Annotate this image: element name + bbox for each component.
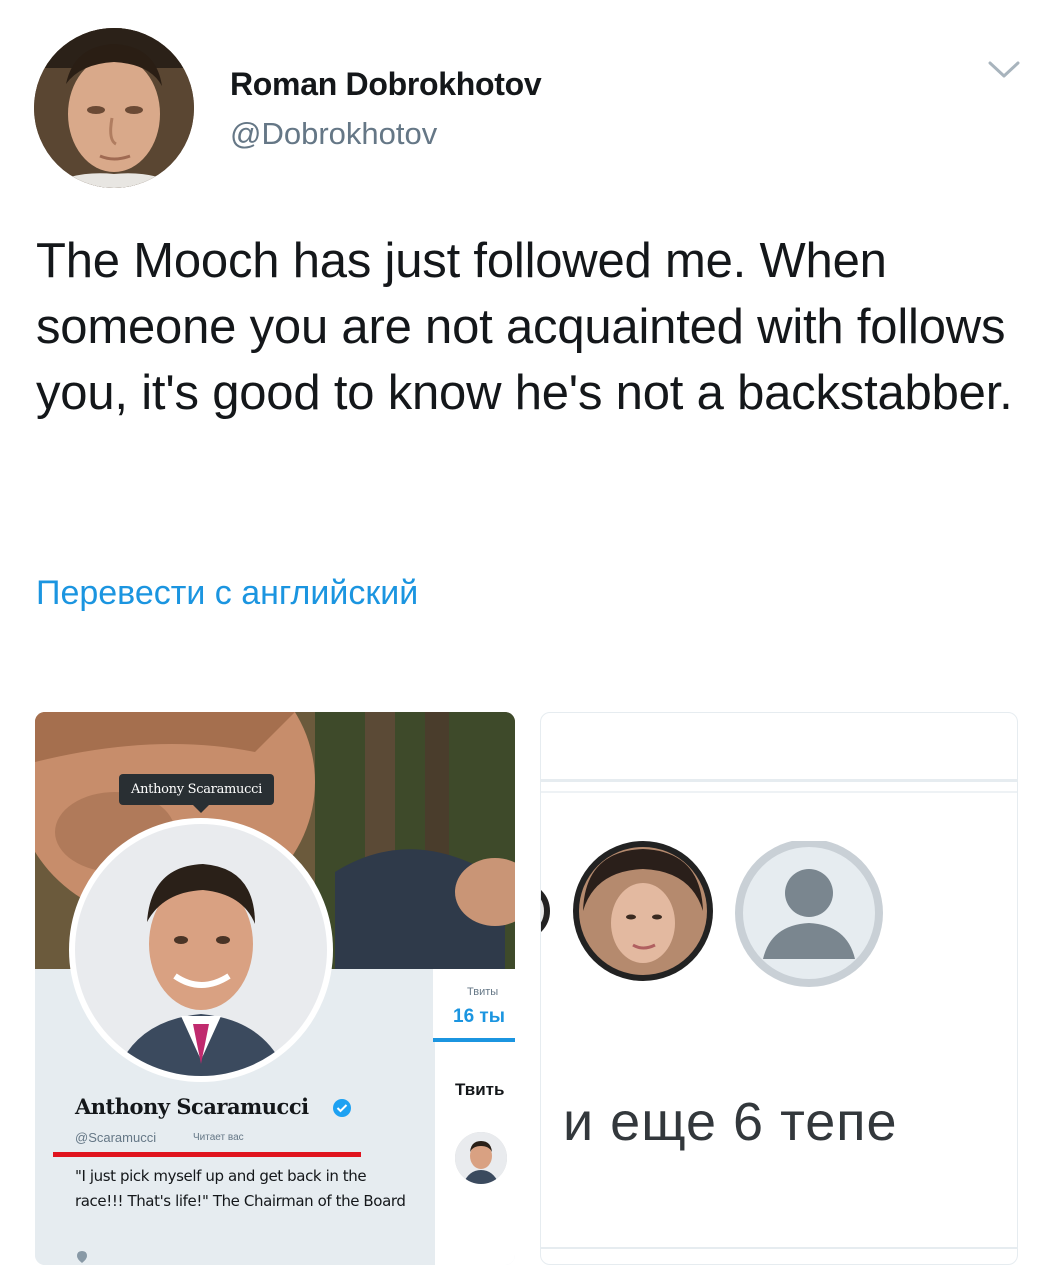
followers-text: и еще 6 тепе <box>563 1092 898 1152</box>
stat-underline <box>433 1038 515 1042</box>
mini-avatar <box>455 1132 507 1184</box>
media-image-left[interactable]: Anthony Scaramucci Anthony Scaramucci @S… <box>35 712 515 1265</box>
name-tooltip: Anthony Scaramucci <box>119 774 274 813</box>
author-name[interactable]: Roman Dobrokhotov <box>230 66 542 103</box>
divider <box>541 791 1017 793</box>
tweets-stat-label: Твиты <box>467 986 499 998</box>
chevron-down-icon[interactable] <box>984 54 1024 84</box>
red-underline <box>53 1152 361 1157</box>
tweet: Roman Dobrokhotov @Dobrokhotov The Mooch… <box>0 0 1055 1280</box>
author-avatar[interactable] <box>34 28 194 188</box>
author-handle[interactable]: @Dobrokhotov <box>230 116 437 152</box>
translate-link[interactable]: Перевести с английский <box>36 574 418 613</box>
tweets-stat-value: 16 ты <box>453 1006 505 1027</box>
divider <box>541 779 1017 782</box>
follows-you-label: Читает вас <box>193 1132 244 1143</box>
tweet-text: The Mooch has just followed me. When som… <box>36 234 1013 420</box>
profile-bio: "I just pick myself up and get back in t… <box>75 1167 406 1210</box>
media-image-right[interactable]: и еще 6 тепе <box>540 712 1018 1265</box>
profile-name: Anthony Scaramucci <box>75 1094 309 1119</box>
verified-badge-icon <box>332 1098 352 1118</box>
profile-handle: @Scaramucci <box>75 1130 157 1145</box>
profile-picture[interactable] <box>69 818 333 1082</box>
tweets-heading: Твить <box>455 1080 505 1099</box>
location-icon <box>75 1250 89 1265</box>
divider <box>541 1247 1017 1249</box>
follower-avatars <box>541 839 1017 991</box>
